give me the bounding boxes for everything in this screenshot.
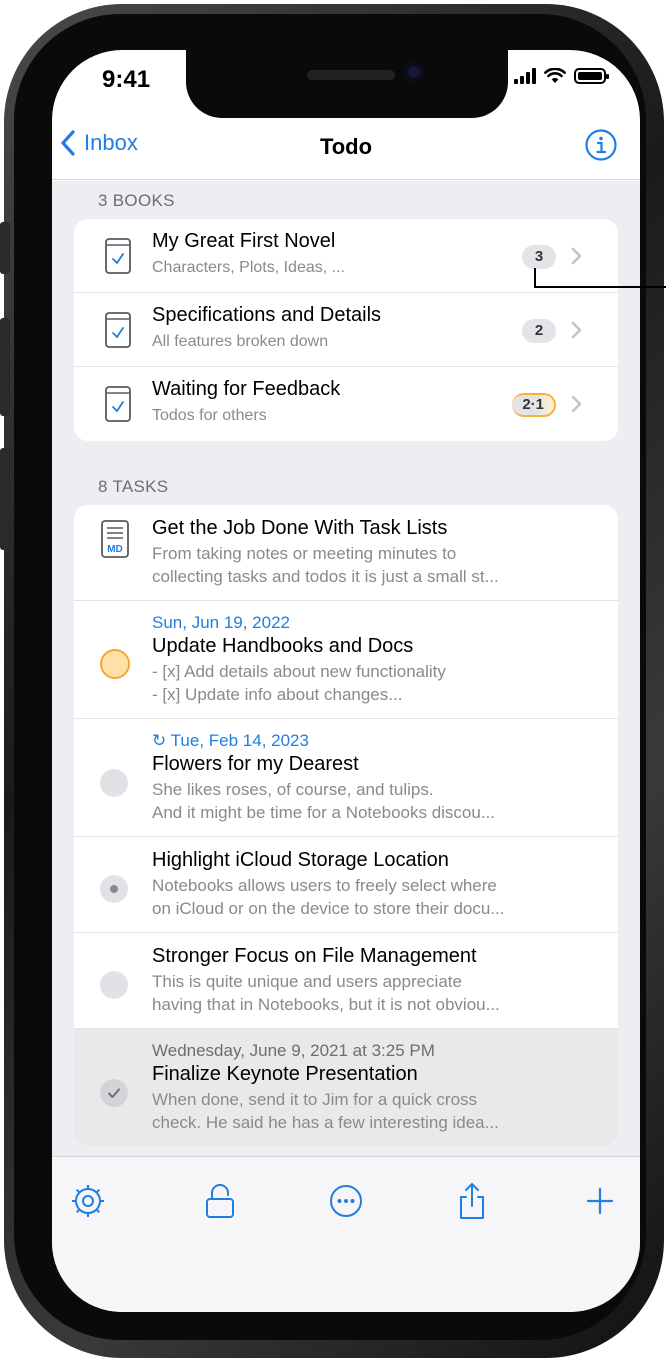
more-button[interactable] (324, 1179, 368, 1223)
book-row-2[interactable]: Specifications and Details All features … (74, 293, 618, 367)
task-note: This is quite unique and users appreciat… (152, 972, 462, 991)
speaker (307, 70, 395, 80)
task-row-5[interactable]: Stronger Focus on File Management This i… (74, 933, 618, 1029)
book-subtitle: Todos for others (152, 407, 267, 424)
book-title: Specifications and Details (152, 304, 382, 326)
task-row-3[interactable]: ↻ Tue, Feb 14, 2023 Flowers for my Deare… (74, 719, 618, 837)
tasks-section-header: 8 TASKS (98, 477, 169, 496)
navigation-bar: Inbox Todo (52, 120, 640, 180)
task-title: Update Handbooks and Docs (152, 635, 414, 657)
count-badge: 3 (522, 245, 556, 269)
checked-circle-icon[interactable] (100, 1079, 128, 1107)
book-row-1[interactable]: My Great First Novel Characters, Plots, … (74, 219, 618, 293)
task-note: And it might be time for a Notebooks dis… (152, 803, 496, 822)
task-note: From taking notes or meeting minutes to (152, 544, 457, 563)
chevron-right-icon (571, 247, 582, 265)
mute-switch (0, 222, 10, 274)
task-title: Flowers for my Dearest (152, 753, 359, 775)
page-title: Todo (319, 134, 373, 159)
empty-circle-icon[interactable] (100, 971, 128, 999)
task-note: on iCloud or on the device to store thei… (152, 899, 505, 918)
more-icon (330, 1185, 362, 1217)
status-time: 9:41 (102, 66, 151, 93)
settings-button[interactable] (66, 1179, 110, 1223)
task-text: Get the Job Done With Task Lists From ta… (74, 505, 618, 600)
book-check-icon (105, 238, 131, 274)
chevron-right-icon (571, 321, 582, 339)
cellular-signal-icon (514, 68, 536, 84)
task-title: Stronger Focus on File Management (152, 945, 477, 967)
task-text: Stronger Focus on File Management This i… (74, 933, 618, 1028)
chevron-right-icon (571, 395, 582, 413)
task-date: ↻ Tue, Feb 14, 2023 (152, 731, 309, 750)
task-text: Highlight iCloud Storage Location Notebo… (74, 837, 618, 932)
task-note: - [x] Update info about changes... (152, 685, 403, 704)
task-title: Finalize Keynote Presentation (152, 1063, 418, 1085)
book-check-icon (105, 312, 131, 348)
task-note: collecting tasks and todos it is just a … (152, 567, 499, 586)
empty-circle-icon[interactable] (100, 769, 128, 797)
callout-line-horizontal (534, 286, 666, 288)
task-row-2[interactable]: Sun, Jun 19, 2022 Update Handbooks and D… (74, 601, 618, 719)
screen: 9:41 Inbox Todo 3 BOOKS My Great First N… (52, 50, 640, 1312)
book-check-icon (105, 386, 131, 422)
book-row-3[interactable]: Waiting for Feedback Todos for others 2·… (74, 367, 618, 441)
in-progress-circle-icon[interactable] (100, 875, 128, 903)
task-note: Notebooks allows users to freely select … (152, 876, 497, 895)
count-badge: 2·1 (512, 393, 556, 417)
lock-icon (206, 1184, 234, 1218)
task-row-4[interactable]: Highlight iCloud Storage Location Notebo… (74, 837, 618, 933)
task-row-6[interactable]: Wednesday, June 9, 2021 at 3:25 PM Final… (74, 1029, 618, 1146)
home-indicator-area (52, 1252, 640, 1312)
md-document-icon: MD (101, 520, 129, 558)
task-note: - [x] Add details about new functionalit… (152, 662, 446, 681)
task-note: When done, send it to Jim for a quick cr… (152, 1090, 478, 1109)
gear-icon (72, 1185, 104, 1217)
task-title: Highlight iCloud Storage Location (152, 849, 449, 871)
wifi-icon (544, 68, 566, 83)
callout-line-vertical (534, 268, 536, 288)
task-date: Sun, Jun 19, 2022 (152, 613, 291, 632)
info-icon (585, 129, 617, 161)
share-icon (460, 1183, 484, 1219)
book-subtitle: Characters, Plots, Ideas, ... (152, 259, 345, 276)
book-subtitle: All features broken down (152, 333, 329, 350)
volume-up-button (0, 318, 10, 416)
status-icons (514, 68, 609, 84)
info-button[interactable] (584, 128, 618, 167)
task-row-1[interactable]: MD Get the Job Done With Task Lists From… (74, 505, 618, 601)
book-title: My Great First Novel (152, 230, 336, 252)
task-note: check. He said he has a few interesting … (152, 1113, 499, 1132)
notch (186, 50, 508, 118)
task-note: having that in Notebooks, but it is not … (152, 995, 500, 1014)
task-note: She likes roses, of course, and tulips. (152, 780, 434, 799)
add-button[interactable] (578, 1179, 622, 1223)
count-badge: 2 (522, 319, 556, 343)
svg-text:MD: MD (107, 544, 123, 555)
bottom-toolbar (52, 1156, 640, 1252)
content-list: 3 BOOKS My Great First Novel Characters,… (52, 181, 640, 1156)
task-text: ↻ Tue, Feb 14, 2023 Flowers for my Deare… (74, 719, 618, 836)
plus-icon (586, 1187, 614, 1215)
book-title: Waiting for Feedback (152, 378, 341, 400)
camera (404, 62, 424, 82)
priority-circle-icon[interactable] (100, 649, 130, 679)
task-title: Get the Job Done With Task Lists (152, 517, 448, 539)
task-text: Wednesday, June 9, 2021 at 3:25 PM Final… (74, 1029, 618, 1146)
share-button[interactable] (450, 1179, 494, 1223)
books-card: My Great First Novel Characters, Plots, … (74, 219, 618, 441)
task-text: Sun, Jun 19, 2022 Update Handbooks and D… (74, 601, 618, 718)
tasks-card: MD Get the Job Done With Task Lists From… (74, 505, 618, 1146)
battery-icon (574, 68, 609, 84)
books-section-header: 3 BOOKS (98, 191, 175, 210)
lock-button[interactable] (198, 1179, 242, 1223)
volume-down-button (0, 448, 10, 550)
task-date: Wednesday, June 9, 2021 at 3:25 PM (152, 1041, 435, 1060)
